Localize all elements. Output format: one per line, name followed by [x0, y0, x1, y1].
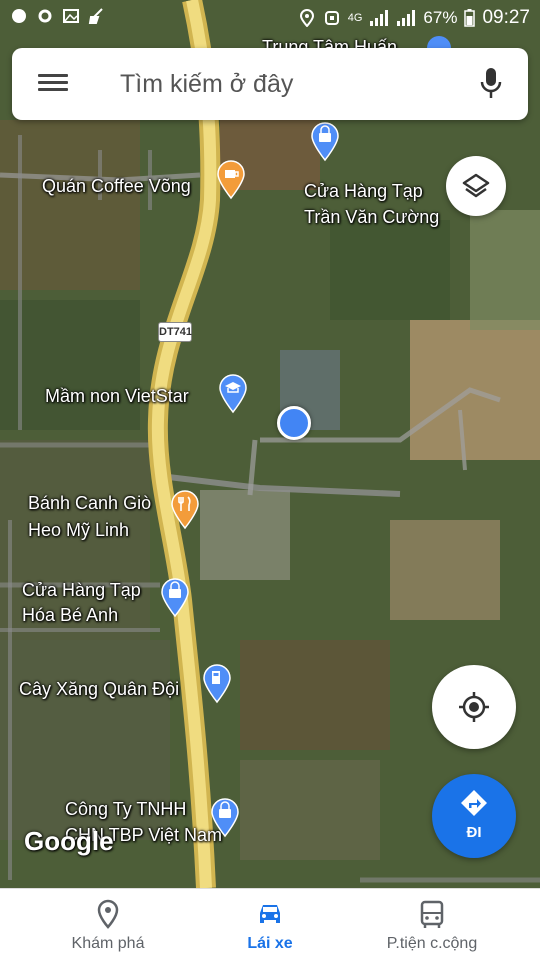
directions-label: ĐI	[466, 824, 482, 841]
shopping-bag-icon[interactable]	[310, 122, 340, 162]
battery-icon	[464, 9, 476, 27]
current-location-dot	[277, 406, 311, 440]
directions-button[interactable]: ĐI	[432, 774, 516, 858]
tab-explore[interactable]: Khám phá	[18, 889, 198, 961]
place-label-mam-non-vietstar[interactable]: Mầm non VietStar	[45, 385, 189, 407]
road-label-dt741: DT741	[158, 322, 192, 342]
my-location-button[interactable]	[432, 665, 516, 749]
search-placeholder[interactable]: Tìm kiếm ở đây	[120, 70, 293, 99]
gas-station-icon[interactable]	[202, 664, 232, 704]
clock: 09:27	[482, 7, 530, 28]
school-icon[interactable]	[218, 374, 248, 414]
place-label-quan-coffee-vong[interactable]: Quán Coffee Võng	[42, 175, 191, 197]
shopping-bag-icon[interactable]	[210, 798, 240, 838]
battery-percent: 67%	[423, 8, 458, 27]
google-attribution: Google	[24, 826, 114, 856]
broom-notification-icon	[88, 8, 103, 24]
satellite-imagery	[0, 0, 540, 888]
satellite-map[interactable]: Trung Tâm Huấn Quán Coffee Võng Cửa Hàng…	[0, 0, 540, 888]
settings-notification-icon	[38, 9, 52, 23]
explore-pin-icon	[97, 899, 119, 929]
place-label-cay-xang-quan-doi[interactable]: Cây Xăng Quân Đội	[19, 678, 179, 700]
hamburger-menu-icon[interactable]	[38, 70, 68, 98]
notification-icon	[12, 9, 26, 23]
status-bar: 4G 67% 09:27	[0, 0, 540, 36]
microphone-icon[interactable]	[478, 66, 504, 102]
tab-explore-label: Khám phá	[71, 935, 145, 952]
signal-icon	[370, 10, 389, 26]
place-label-cua-hang-be-anh[interactable]: Cửa Hàng Tạp Hóa Bé Anh	[22, 578, 141, 628]
bottom-navigation: Khám phá Lái xe P.tiện c.cộng	[0, 888, 540, 961]
network-type: 4G	[347, 12, 363, 24]
location-status-icon	[299, 9, 314, 27]
my-location-icon	[459, 692, 489, 722]
coffee-icon[interactable]	[216, 160, 246, 200]
tab-driving-label: Lái xe	[247, 935, 293, 952]
shopping-bag-icon[interactable]	[160, 578, 190, 618]
signal-icon-2	[397, 10, 416, 26]
restaurant-icon[interactable]	[170, 490, 200, 530]
image-notification-icon	[63, 9, 79, 23]
tab-driving[interactable]: Lái xe	[180, 889, 360, 961]
layers-button[interactable]	[446, 156, 506, 216]
search-bar[interactable]: Tìm kiếm ở đây	[12, 48, 528, 120]
place-label-banh-canh-gio-heo[interactable]: Bánh Canh Giò Heo Mỹ Linh	[28, 490, 151, 544]
data-saver-icon	[324, 11, 339, 25]
car-icon	[260, 905, 280, 923]
place-label-cua-hang-tran-van-cuong[interactable]: Cửa Hàng Tạp Trần Văn Cường	[304, 178, 439, 230]
layers-icon	[462, 173, 490, 198]
tab-transit[interactable]: P.tiện c.cộng	[342, 889, 522, 961]
directions-icon	[461, 790, 487, 816]
tab-transit-label: P.tiện c.cộng	[386, 935, 478, 952]
bus-icon	[420, 900, 444, 928]
landmark-icon[interactable]	[425, 34, 453, 48]
